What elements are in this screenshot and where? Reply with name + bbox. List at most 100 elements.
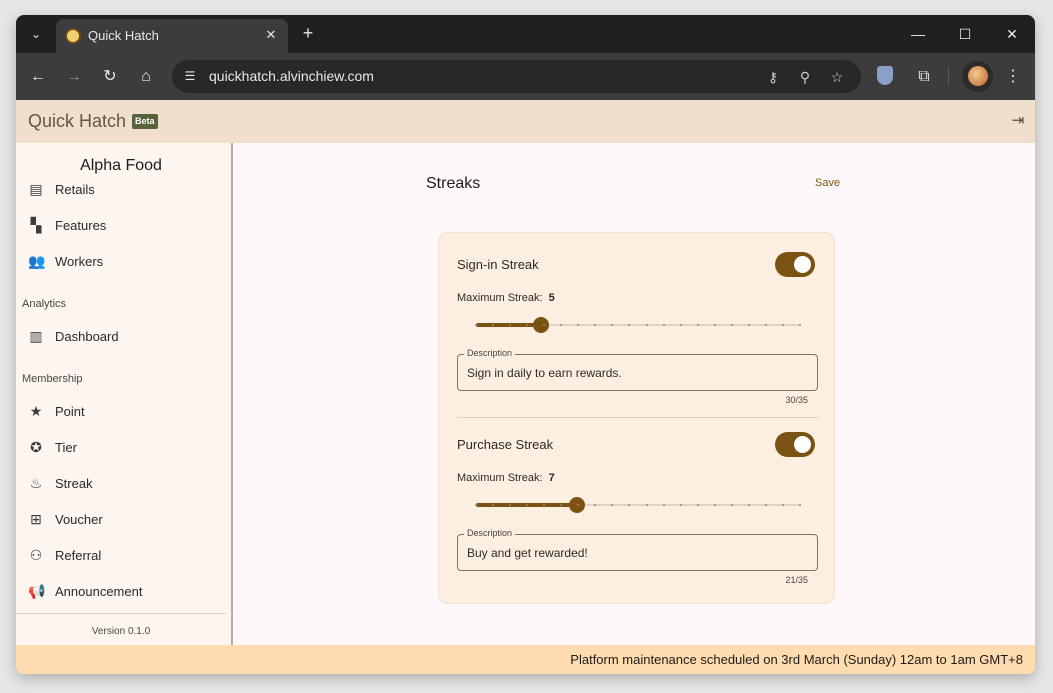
slider-tick (475, 324, 477, 326)
sign-in-streak-slider[interactable] (475, 317, 801, 333)
minimize-icon[interactable]: — (903, 23, 933, 45)
sidebar-item-workers[interactable]: 👥 Workers (16, 246, 226, 276)
browser-tab[interactable]: Quick Hatch ✕ (56, 19, 288, 53)
streaks-card: Sign-in Streak Maximum Streak: 5 Descript… (438, 232, 835, 604)
browser-titlebar: ⌄ Quick Hatch ✕ + — ☐ ✕ (16, 15, 1035, 53)
max-streak-row: Maximum Streak: 5 (457, 292, 555, 304)
star-icon: ★ (29, 403, 43, 419)
url-text: quickhatch.alvinchiew.com (209, 68, 374, 84)
max-streak-value: 5 (548, 292, 555, 304)
slider-tick (747, 324, 750, 326)
slider-tick (662, 504, 665, 506)
back-icon[interactable]: ← (26, 65, 50, 89)
maintenance-banner: Platform maintenance scheduled on 3rd Ma… (16, 645, 1035, 674)
sidebar-item-retails[interactable]: ▤ Retails (16, 174, 226, 204)
description-value: Sign in daily to earn rewards. (467, 366, 622, 380)
app-header: Quick Hatch Beta ⇥ (16, 100, 1035, 143)
dashboard-widgets-icon: ▚ (30, 217, 42, 233)
site-settings-icon[interactable]: ☰ (180, 66, 200, 86)
sidebar-item-dashboard[interactable]: ▥ Dashboard (16, 321, 226, 351)
browser-toolbar: ← → ↻ ⌂ ☰ quickhatch.alvinchiew.com ⚷ ⚲ … (16, 53, 1035, 100)
sidebar-item-referral[interactable]: ⚇ Referral (16, 540, 226, 570)
section-label-analytics: Analytics (22, 298, 67, 310)
megaphone-icon: 📢 (28, 583, 46, 599)
profile-avatar[interactable] (962, 61, 993, 92)
home-icon[interactable]: ⌂ (134, 65, 158, 89)
sidebar-item-label: Features (55, 218, 107, 233)
bookmark-star-icon[interactable]: ☆ (826, 66, 848, 88)
slider-tick (764, 504, 767, 506)
sidebar-item-announcement[interactable]: 📢 Announcement (16, 576, 226, 606)
slider-tick (645, 324, 648, 326)
save-button[interactable]: Save (815, 177, 840, 189)
slider-tick (645, 504, 648, 506)
slider-tick (781, 504, 784, 506)
page-title: Streaks (426, 175, 481, 192)
person-add-icon: ⚇ (29, 547, 43, 563)
sign-in-streak-toggle[interactable] (775, 252, 815, 277)
sidebar: Alpha Food ▤ Retails ▚ Features 👥 Worker… (16, 143, 233, 645)
card-divider (457, 417, 818, 418)
sidebar-item-label: Workers (55, 254, 104, 269)
slider-tick (679, 504, 682, 506)
slider-tick (679, 324, 682, 326)
chart-icon: ▥ (29, 328, 43, 344)
slider-tick (799, 324, 801, 326)
purchase-streak-toggle[interactable] (775, 432, 815, 457)
extension-shield-icon[interactable] (877, 66, 893, 85)
description-value: Buy and get rewarded! (467, 546, 588, 560)
slider-tick (799, 504, 801, 506)
slider-thumb[interactable] (533, 317, 549, 333)
sidebar-item-label: Voucher (55, 512, 103, 527)
main-content: Streaks Save Sign-in Streak Maximum Stre… (233, 143, 1035, 645)
tab-search-icon[interactable]: ⌄ (26, 24, 46, 44)
sign-in-description-field[interactable]: Description Sign in daily to earn reward… (457, 348, 818, 391)
description-label: Description (464, 528, 516, 538)
toggle-knob (794, 436, 811, 453)
logout-icon[interactable]: ⇥ (1009, 112, 1027, 130)
beta-badge: Beta (132, 114, 158, 129)
new-tab-icon[interactable]: + (298, 23, 318, 43)
description-label: Description (464, 348, 516, 358)
sidebar-item-label: Referral (55, 548, 102, 563)
sidebar-item-features[interactable]: ▚ Features (16, 210, 226, 240)
reload-icon[interactable]: ↻ (98, 65, 122, 89)
character-counter: 30/35 (785, 395, 808, 405)
zoom-icon[interactable]: ⚲ (794, 66, 816, 88)
slider-tick (747, 504, 750, 506)
slider-tick (730, 504, 733, 506)
purchase-description-field[interactable]: Description Buy and get rewarded! (457, 528, 818, 571)
sidebar-item-label: Point (55, 404, 85, 419)
sidebar-item-label: Tier (55, 440, 77, 455)
app-title: Quick Hatch (28, 111, 127, 131)
sidebar-item-point[interactable]: ★ Point (16, 396, 226, 426)
browser-menu-icon[interactable]: ⋮ (1001, 65, 1025, 89)
max-streak-label: Maximum Streak: (457, 472, 543, 484)
sidebar-item-voucher[interactable]: ⊞ Voucher (16, 504, 226, 534)
sidebar-divider (16, 613, 226, 614)
streak-name-purchase: Purchase Streak (457, 437, 554, 452)
store-icon: ▤ (29, 181, 43, 197)
address-bar[interactable]: ☰ quickhatch.alvinchiew.com ⚷ ⚲ ☆ (172, 60, 861, 93)
gift-icon: ⊞ (30, 511, 42, 527)
maximize-icon[interactable]: ☐ (950, 23, 980, 45)
slider-tick (730, 324, 733, 326)
password-key-icon[interactable]: ⚷ (762, 66, 784, 88)
version-label: Version 0.1.0 (91, 626, 151, 637)
brand-name: Alpha Food (80, 157, 162, 174)
site-favicon-icon (65, 28, 81, 44)
close-tab-icon[interactable]: ✕ (262, 26, 280, 44)
sidebar-item-label: Streak (55, 476, 93, 491)
sidebar-item-streak[interactable]: ♨ Streak (16, 468, 226, 498)
slider-tick (781, 324, 784, 326)
people-icon: 👥 (28, 253, 46, 269)
sidebar-item-tier[interactable]: ✪ Tier (16, 432, 226, 462)
extensions-puzzle-icon[interactable]: ⧉ (912, 65, 936, 89)
slider-tick (696, 504, 699, 506)
slider-tick (475, 504, 477, 506)
max-streak-row: Maximum Streak: 7 (457, 472, 555, 484)
forward-icon[interactable]: → (62, 65, 86, 89)
close-window-icon[interactable]: ✕ (997, 23, 1027, 45)
banner-text: Platform maintenance scheduled on 3rd Ma… (570, 652, 1023, 667)
purchase-streak-slider[interactable] (475, 497, 801, 513)
